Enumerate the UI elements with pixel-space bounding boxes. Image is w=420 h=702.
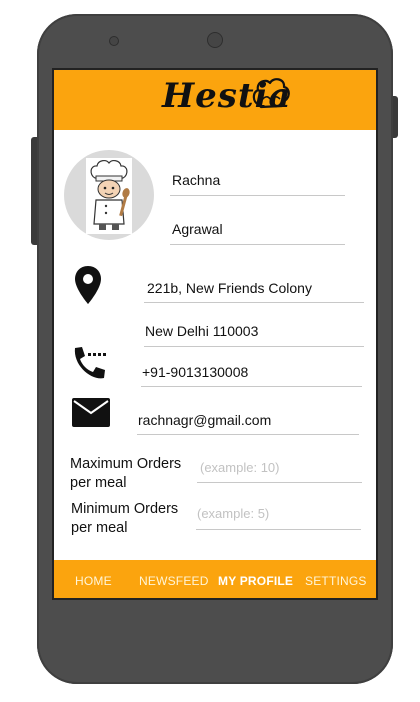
avatar[interactable] (64, 150, 154, 240)
chef-icon (86, 158, 132, 234)
app-screen: Hestia Rachna Agrawal 221b, New Friends … (52, 68, 378, 600)
last-name-underline (170, 244, 345, 245)
phone-underline (141, 386, 362, 387)
address-line2-field[interactable]: New Delhi 110003 (145, 323, 258, 339)
address-line1-underline (144, 302, 364, 303)
bottom-nav: HOME NEWSFEED MY PROFILE SETTINGS (54, 560, 376, 598)
min-orders-underline (196, 529, 361, 530)
nav-my-profile[interactable]: MY PROFILE (218, 574, 293, 588)
app-header: Hestia (54, 70, 376, 130)
max-orders-input[interactable]: (example: 10) (200, 460, 279, 475)
email-underline (137, 434, 359, 435)
nav-newsfeed[interactable]: NEWSFEED (139, 574, 209, 588)
last-name-field[interactable]: Agrawal (172, 221, 223, 237)
min-orders-input[interactable]: (example: 5) (197, 506, 269, 521)
address-line1-field[interactable]: 221b, New Friends Colony (147, 280, 312, 296)
max-orders-underline (197, 482, 362, 483)
phone-field[interactable]: +91-9013130008 (142, 364, 248, 380)
first-name-field[interactable]: Rachna (172, 172, 220, 188)
email-field[interactable]: rachnagr@gmail.com (138, 412, 271, 428)
chef-hat-icon (252, 78, 290, 109)
nav-settings[interactable]: SETTINGS (305, 574, 367, 588)
max-orders-label: Maximum Orders per meal (70, 456, 182, 491)
mail-icon (72, 398, 110, 427)
min-orders-label: Minimum Orders per meal (71, 501, 179, 536)
location-pin-icon (75, 266, 101, 304)
sensor-dot (109, 36, 119, 46)
first-name-underline (170, 195, 345, 196)
nav-home[interactable]: HOME (75, 574, 112, 588)
address-line2-underline (144, 346, 364, 347)
front-camera (207, 32, 223, 48)
phone-icon (74, 347, 106, 379)
